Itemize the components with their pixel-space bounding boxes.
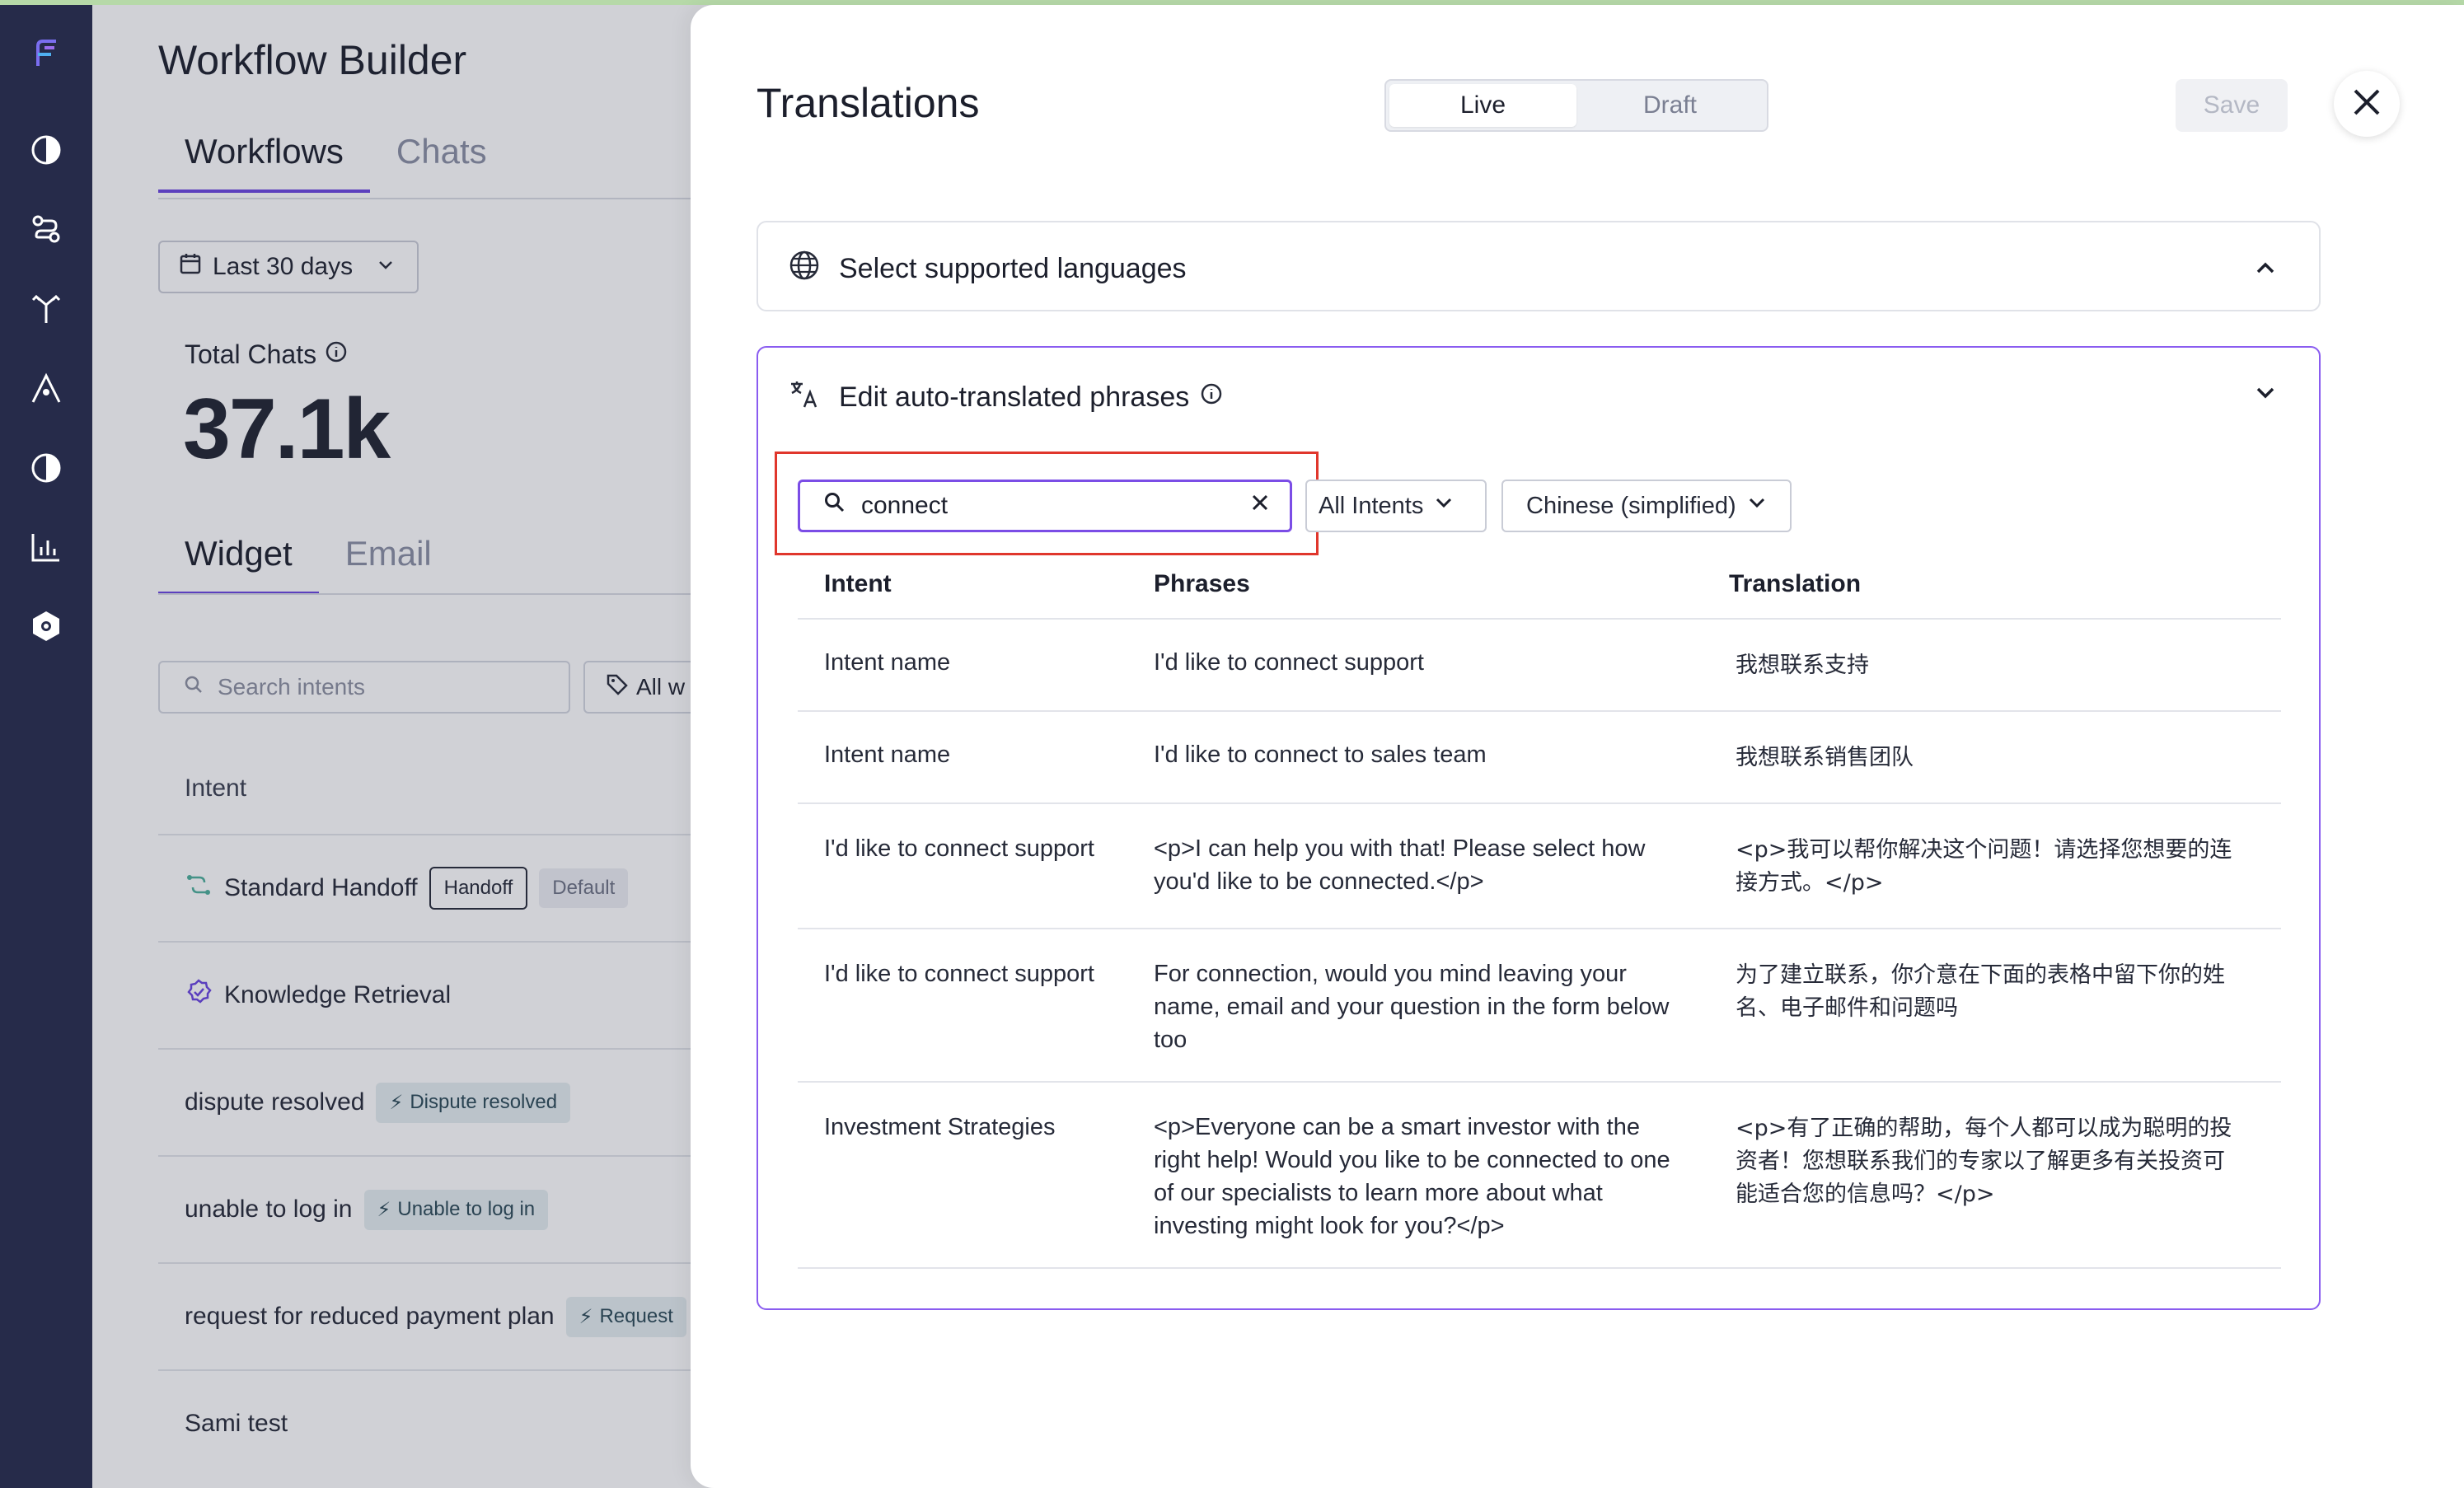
translate-icon: [788, 377, 821, 418]
routing-icon[interactable]: [25, 287, 68, 330]
segment-live[interactable]: Live: [1389, 84, 1576, 127]
phrase-cell: I'd like to connect support: [1154, 649, 1424, 676]
intent-cell: Intent name: [824, 742, 951, 768]
insights-pie-icon[interactable]: [25, 447, 68, 489]
translation-cell[interactable]: <p>有了正确的帮助，每个人都可以成为聪明的投资者！您想联系我们的专家以了解更多…: [1736, 1112, 2246, 1211]
column-intent: Intent: [824, 570, 892, 597]
intent-cell: I'd like to connect support: [824, 835, 1094, 862]
automation-icon[interactable]: [25, 367, 68, 410]
intent-cell: Investment Strategies: [824, 1114, 1056, 1140]
live-draft-toggle: Live Draft: [1384, 79, 1768, 132]
chevron-down-icon[interactable]: [2253, 381, 2278, 409]
phrase-cell: <p>Everyone can be a smart investor with…: [1154, 1114, 1670, 1239]
section-title: Select supported languages: [839, 253, 1187, 284]
globe-icon: [788, 249, 821, 289]
translations-table-header: Intent Phrases Translation: [798, 560, 2281, 620]
search-icon: [823, 491, 846, 521]
save-button[interactable]: Save: [2176, 79, 2288, 132]
table-row[interactable]: I'd like to connect support <p>I can hel…: [798, 804, 2281, 929]
phrase-cell: For connection, would you mind leaving y…: [1154, 961, 1670, 1053]
modal-title: Translations: [757, 80, 980, 126]
intent-filter-label: All Intents: [1319, 492, 1424, 519]
language-filter-dropdown[interactable]: Chinese (simplified): [1501, 480, 1792, 532]
language-filter-label: Chinese (simplified): [1526, 492, 1736, 519]
segment-draft[interactable]: Draft: [1576, 84, 1764, 127]
column-translation: Translation: [1729, 570, 1862, 597]
close-icon: [2350, 86, 2383, 123]
intent-cell: Intent name: [824, 649, 951, 676]
phrase-cell: <p>I can help you with that! Please sele…: [1154, 835, 1646, 895]
table-row[interactable]: Intent name I'd like to connect to sales…: [798, 712, 2281, 804]
phrase-search-field[interactable]: [798, 480, 1292, 532]
reports-chart-icon[interactable]: [25, 526, 68, 569]
translation-cell[interactable]: 我想联系支持: [1736, 649, 2246, 682]
intent-cell: I'd like to connect support: [824, 961, 1094, 987]
nav-rail: [0, 5, 92, 1488]
settings-hex-icon[interactable]: [25, 605, 68, 648]
clear-search-icon[interactable]: [1248, 491, 1272, 521]
column-phrases: Phrases: [1154, 570, 1250, 597]
translation-cell[interactable]: 我想联系销售团队: [1736, 742, 2246, 774]
chevron-down-icon: [1746, 492, 1768, 520]
analytics-pie-icon[interactable]: [25, 129, 68, 171]
table-row[interactable]: I'd like to connect support For connecti…: [798, 929, 2281, 1083]
auto-translated-phrases-header[interactable]: Edit auto-translated phrases: [788, 377, 1224, 418]
app-logo-icon[interactable]: [25, 33, 68, 76]
chevron-up-icon[interactable]: [2253, 255, 2278, 284]
intent-filter-dropdown[interactable]: All Intents: [1305, 480, 1487, 532]
section-title: Edit auto-translated phrases: [839, 381, 1190, 413]
translation-cell[interactable]: <p>我可以帮你解决这个问题！请选择您想要的连接方式。</p>: [1736, 834, 2246, 900]
table-row[interactable]: Investment Strategies <p>Everyone can be…: [798, 1083, 2281, 1269]
phrase-cell: I'd like to connect to sales team: [1154, 742, 1487, 768]
search-input[interactable]: [861, 492, 1234, 520]
chevron-down-icon: [1433, 492, 1455, 520]
info-icon[interactable]: [1199, 381, 1224, 414]
table-row[interactable]: Intent name I'd like to connect support …: [798, 620, 2281, 712]
close-button[interactable]: [2334, 71, 2400, 137]
workflow-icon[interactable]: [25, 208, 68, 250]
translation-cell[interactable]: 为了建立联系，你介意在下面的表格中留下你的姓名、电子邮件和问题吗: [1736, 959, 2246, 1025]
supported-languages-header[interactable]: Select supported languages: [788, 249, 1187, 289]
